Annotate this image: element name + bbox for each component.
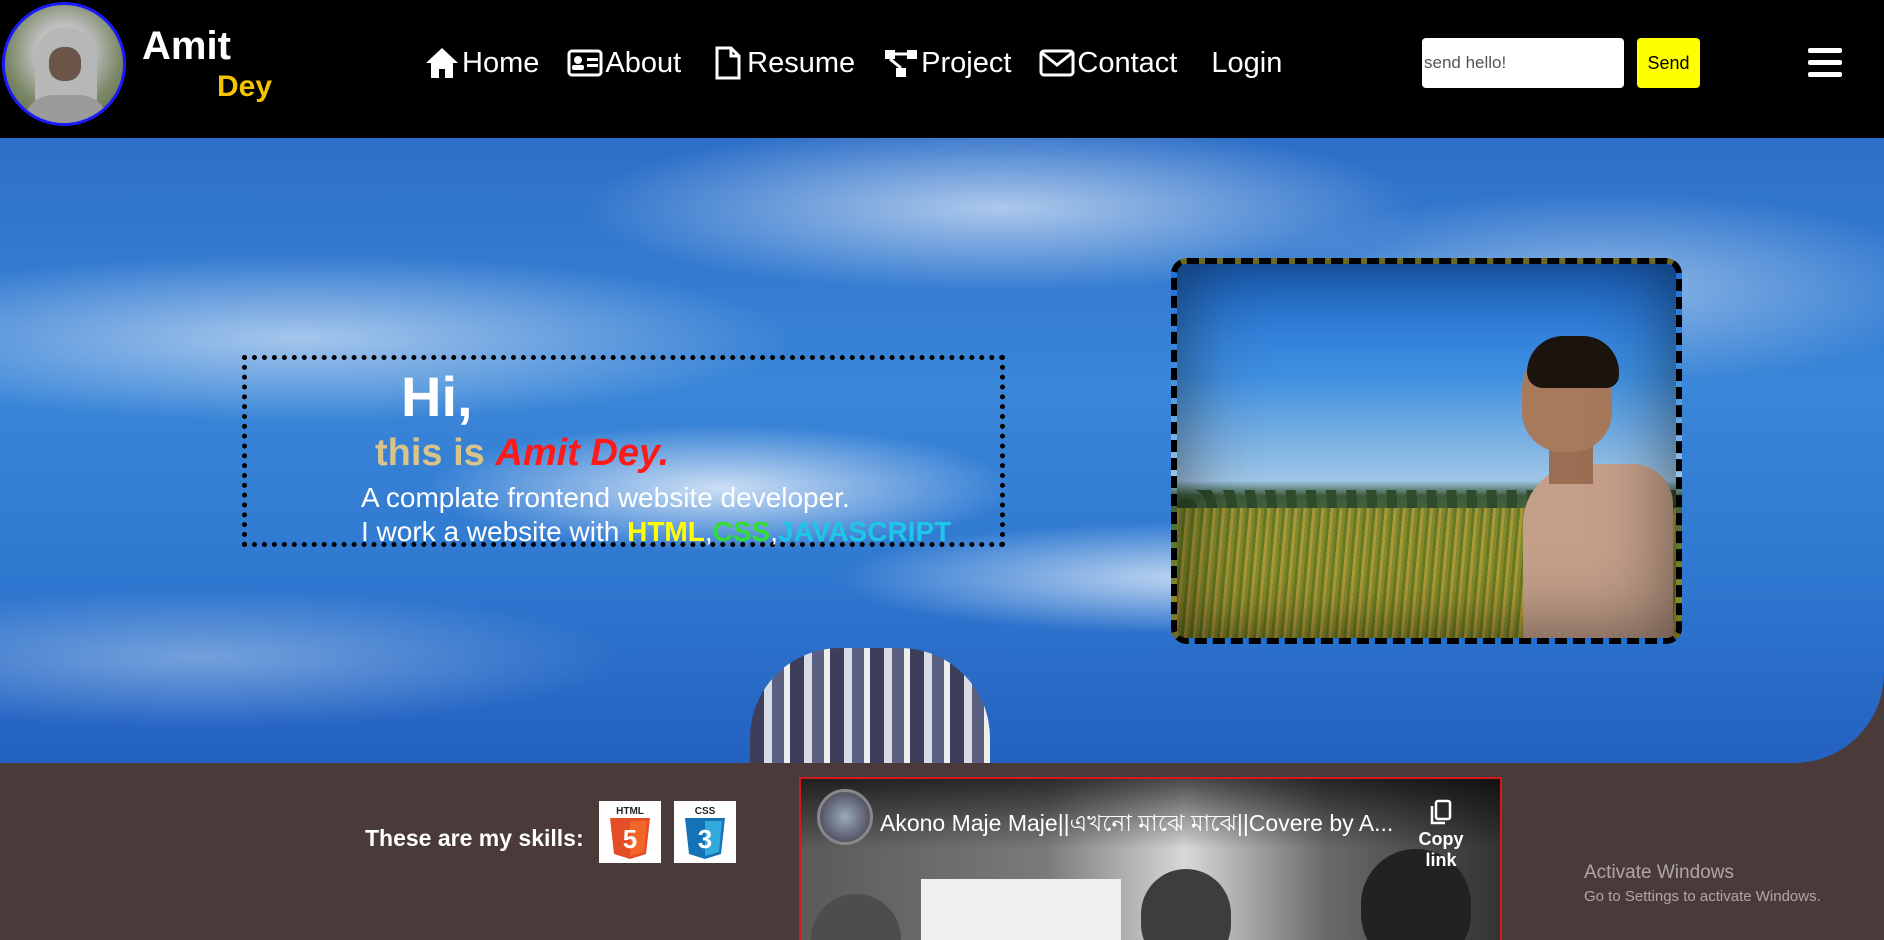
video-title[interactable]: Akono Maje Maje||এখনো মাঝে মাঝে||Covere …: [880, 805, 1393, 844]
svg-text:HTML: HTML: [616, 806, 644, 817]
copy-link-button[interactable]: Copy link: [1401, 799, 1481, 871]
brand-last-name: Dey: [217, 70, 273, 103]
skill-css-text: CSS: [712, 516, 771, 547]
watermark-subtitle: Go to Settings to activate Windows.: [1584, 888, 1821, 905]
channel-avatar[interactable]: [817, 789, 873, 845]
navbar: Amit Dey Home About Resume Project Conta…: [0, 0, 1884, 138]
nav-home[interactable]: Home: [424, 46, 539, 80]
background-person-head: [750, 648, 990, 763]
intro-headline: this is Amit Dey.: [375, 432, 669, 475]
profile-photo: [1171, 258, 1682, 644]
skills-section: These are my skills: HTML 5 CSS 3 Akono …: [0, 763, 1884, 940]
copy-link-label: Copy link: [1418, 829, 1464, 870]
id-card-icon: [567, 49, 603, 77]
separator: ,: [704, 516, 713, 547]
send-hello-input[interactable]: [1422, 38, 1624, 88]
skill-html-text: HTML: [627, 516, 705, 547]
skills-label: These are my skills:: [365, 825, 584, 851]
nav-contact[interactable]: Contact: [1039, 46, 1177, 80]
nav-about[interactable]: About: [567, 46, 681, 80]
intro-box: Hi, this is Amit Dey. A complate fronten…: [242, 355, 1005, 547]
home-icon: [426, 48, 458, 78]
intro-line-2-prefix: I work a website with: [361, 516, 628, 547]
separator: ,: [770, 516, 779, 547]
nav-project-label: Project: [921, 47, 1012, 79]
nav-home-label: Home: [462, 47, 540, 79]
nav-project[interactable]: Project: [883, 46, 1011, 80]
nav-login[interactable]: Login: [1211, 47, 1282, 80]
envelope-icon: [1039, 49, 1075, 77]
skill-js-text: JAVASCRIPT: [778, 516, 952, 547]
nav-resume[interactable]: Resume: [709, 46, 855, 80]
html5-logo: HTML 5: [599, 801, 661, 863]
css3-logo: CSS 3: [674, 801, 736, 863]
main-menu: Home About Resume Project Contact Login: [424, 46, 1310, 80]
intro-lead: this is: [375, 432, 496, 474]
profile-avatar[interactable]: [2, 2, 126, 126]
project-icon: [885, 50, 918, 77]
file-icon: [715, 46, 741, 80]
windows-activation-watermark: Activate Windows Go to Settings to activ…: [1584, 862, 1821, 905]
copy-icon: [1430, 799, 1452, 825]
watermark-title: Activate Windows: [1584, 862, 1734, 883]
intro-line-1: A complate frontend website developer.: [361, 482, 850, 513]
youtube-embed[interactable]: Akono Maje Maje||এখনো মাঝে মাঝে||Covere …: [799, 777, 1502, 940]
nav-resume-label: Resume: [747, 47, 856, 79]
hamburger-icon[interactable]: [1808, 48, 1842, 78]
svg-text:3: 3: [698, 824, 712, 854]
nav-contact-label: Contact: [1077, 47, 1178, 79]
intro-line-2: I work a website with HTML,CSS,JAVASCRIP…: [361, 516, 951, 548]
hero-section: Hi, this is Amit Dey. A complate fronten…: [0, 138, 1884, 763]
send-button[interactable]: Send: [1637, 38, 1700, 88]
svg-text:5: 5: [623, 824, 637, 854]
brand-first-name: Amit: [142, 24, 231, 68]
greeting: Hi,: [401, 365, 473, 428]
svg-text:CSS: CSS: [695, 806, 716, 817]
nav-about-label: About: [605, 47, 682, 79]
intro-name: Amit Dey.: [495, 432, 670, 474]
